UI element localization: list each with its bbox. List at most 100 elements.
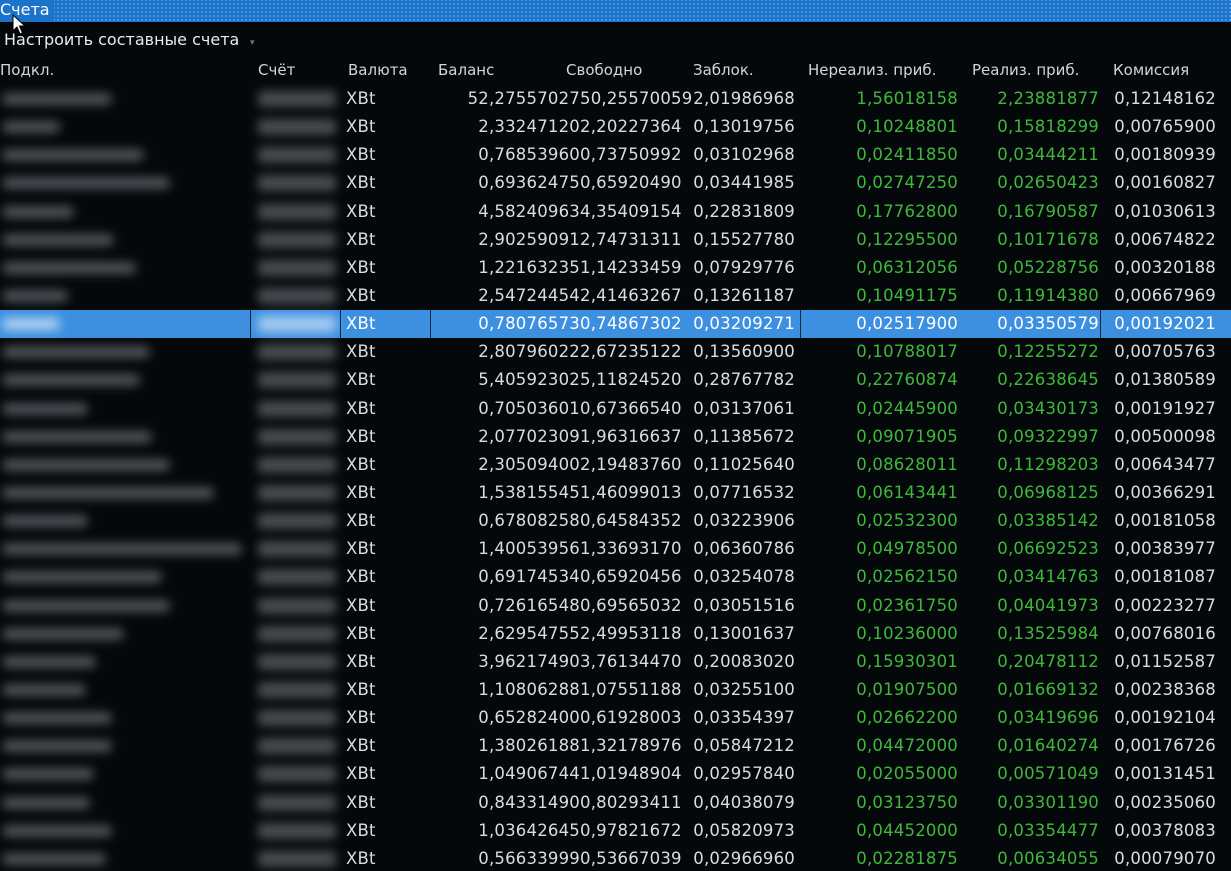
realized-profit-cell: 2,23881877: [997, 89, 1099, 108]
column-header-blocked[interactable]: Заблок.: [693, 56, 754, 84]
balance-cell: 0,69362475: [478, 173, 580, 193]
redacted-account-number: [258, 597, 336, 614]
accounts-window: Счета Настроить составные счета ▾ Подкл.…: [0, 0, 1231, 871]
column-header-currency[interactable]: Валюта: [348, 56, 408, 84]
column-header-account[interactable]: Счёт: [258, 56, 295, 84]
table-row[interactable]: XBt 2,62954755 2,49953118 0,13001637 0,10236…: [0, 620, 1231, 648]
currency-cell: XBt: [346, 342, 376, 362]
table-row[interactable]: XBt 0,72616548 0,69565032 0,03051516 0,02361…: [0, 592, 1231, 620]
blocked-cell: 0,03209271: [693, 314, 795, 334]
commission-cell: 0,00768016: [1114, 623, 1216, 643]
table-row[interactable]: XBt 5,40592302 5,11824520 0,28767782 0,22760…: [0, 366, 1231, 394]
title-bar[interactable]: Счета: [0, 0, 1231, 22]
realized-profit-cell: 0,04041973: [997, 595, 1099, 615]
currency-cell: XBt: [346, 651, 376, 671]
realized-profit-cell: 0,03444211: [997, 145, 1099, 165]
currency-cell: XBt: [346, 201, 376, 221]
currency-cell: XBt: [346, 257, 376, 277]
currency-cell: XBt: [346, 539, 376, 559]
window-title: Счета: [0, 0, 54, 22]
commission-cell: 0,00131451: [1114, 764, 1216, 784]
unrealized-profit-cell: 0,02562150: [856, 567, 958, 587]
blocked-cell: 0,13261187: [693, 285, 795, 305]
accounts-table: XBt 52,27557027 50,25570059 2,01986968 1,560…: [0, 85, 1231, 871]
table-row[interactable]: XBt 1,04906744 1,01948904 0,02957840 0,02055…: [0, 760, 1231, 788]
unrealized-profit-cell: 0,06143441: [856, 482, 958, 502]
blocked-cell: 0,03441985: [693, 173, 795, 193]
balance-cell: 2,54724454: [478, 285, 580, 305]
redacted-subaccount-name: [2, 486, 214, 499]
blocked-cell: 0,13001637: [693, 623, 795, 643]
balance-cell: 0,69174534: [478, 567, 580, 587]
currency-cell: XBt: [346, 173, 376, 193]
balance-cell: 2,80796022: [478, 342, 580, 362]
table-row[interactable]: XBt 1,03642645 0,97821672 0,05820973 0,04452…: [0, 817, 1231, 845]
unrealized-profit-cell: 0,02517900: [856, 314, 958, 334]
redacted-account-number: [258, 287, 336, 304]
free-cell: 2,67235122: [580, 342, 682, 362]
commission-cell: 0,01030613: [1114, 201, 1216, 221]
currency-cell: XBt: [346, 285, 376, 305]
table-row[interactable]: XBt 0,70503601 0,67366540 0,03137061 0,02445…: [0, 395, 1231, 423]
table-row[interactable]: XBt 1,40053956 1,33693170 0,06360786 0,04978…: [0, 535, 1231, 563]
commission-cell: 0,01380589: [1114, 370, 1216, 390]
column-header-commission[interactable]: Комиссия: [1113, 56, 1189, 84]
configure-composite-accounts-button[interactable]: Настроить составные счета: [4, 28, 239, 52]
table-row[interactable]: XBt 2,33247120 2,20227364 0,13019756 0,10248…: [0, 113, 1231, 141]
table-row[interactable]: XBt 0,56633999 0,53667039 0,02966960 0,02281…: [0, 845, 1231, 871]
redacted-subaccount-name: [2, 543, 242, 556]
table-row[interactable]: XBt 52,27557027 50,25570059 2,01986968 1,560…: [0, 85, 1231, 113]
table-row[interactable]: XBt 2,30509400 2,19483760 0,11025640 0,08628…: [0, 451, 1231, 479]
free-cell: 50,25570059: [580, 89, 693, 108]
chevron-down-icon[interactable]: ▾: [250, 38, 255, 48]
table-row[interactable]: XBt 2,90259091 2,74731311 0,15527780 0,12295…: [0, 226, 1231, 254]
commission-cell: 0,00366291: [1114, 482, 1216, 502]
blocked-cell: 0,28767782: [693, 370, 795, 390]
redacted-account-number: [258, 710, 336, 727]
table-row[interactable]: XBt 0,84331490 0,80293411 0,04038079 0,03123…: [0, 789, 1231, 817]
table-row[interactable]: XBt 1,22163235 1,14233459 0,07929776 0,06312…: [0, 254, 1231, 282]
unrealized-profit-cell: 0,17762800: [856, 201, 958, 221]
table-row[interactable]: XBt 1,53815545 1,46099013 0,07716532 0,06143…: [0, 479, 1231, 507]
commission-cell: 0,00176726: [1114, 736, 1216, 756]
table-row[interactable]: XBt 1,10806288 1,07551188 0,03255100 0,01907…: [0, 676, 1231, 704]
table-row[interactable]: XBt 0,69362475 0,65920490 0,03441985 0,02747…: [0, 169, 1231, 197]
column-header-subaccount[interactable]: Подкл.: [0, 56, 54, 84]
balance-cell: 0,70503601: [478, 398, 580, 418]
column-header-balance[interactable]: Баланс: [438, 56, 494, 84]
table-row[interactable]: XBt 2,80796022 2,67235122 0,13560900 0,10788…: [0, 338, 1231, 366]
table-row[interactable]: XBt 1,38026188 1,32178976 0,05847212 0,04472…: [0, 732, 1231, 760]
balance-cell: 1,38026188: [478, 736, 580, 756]
table-row[interactable]: XBt 3,96217490 3,76134470 0,20083020 0,15930…: [0, 648, 1231, 676]
column-header-free[interactable]: Свободно: [566, 56, 642, 84]
table-row[interactable]: XBt 4,58240963 4,35409154 0,22831809 0,17762…: [0, 198, 1231, 226]
redacted-account-number: [258, 738, 336, 755]
table-row[interactable]: XBt 0,69174534 0,65920456 0,03254078 0,02562…: [0, 563, 1231, 591]
column-header-realized-profit[interactable]: Реализ. приб.: [972, 56, 1079, 84]
table-row[interactable]: XBt 0,65282400 0,61928003 0,03354397 0,02662…: [0, 704, 1231, 732]
blocked-cell: 0,03137061: [693, 398, 795, 418]
redacted-subaccount-name: [2, 458, 170, 471]
realized-profit-cell: 0,02650423: [997, 173, 1099, 193]
realized-profit-cell: 0,03430173: [997, 398, 1099, 418]
table-row[interactable]: XBt 2,07702309 1,96316637 0,11385672 0,09071…: [0, 423, 1231, 451]
blocked-cell: 0,11025640: [693, 454, 795, 474]
table-row[interactable]: XBt 0,76853960 0,73750992 0,03102968 0,02411…: [0, 141, 1231, 169]
column-header-unrealized-profit[interactable]: Нереализ. приб.: [808, 56, 936, 84]
balance-cell: 1,40053956: [478, 539, 580, 559]
table-row[interactable]: XBt 0,67808258 0,64584352 0,03223906 0,02532…: [0, 507, 1231, 535]
redacted-subaccount-name: [2, 346, 150, 359]
commission-cell: 0,00674822: [1114, 229, 1216, 249]
column-divider: [250, 310, 251, 339]
realized-profit-cell: 0,03301190: [997, 792, 1099, 812]
table-row[interactable]: XBt 2,54724454 2,41463267 0,13261187 0,10491…: [0, 282, 1231, 310]
realized-profit-cell: 0,06968125: [997, 482, 1099, 502]
balance-cell: 1,10806288: [478, 679, 580, 699]
commission-cell: 0,01152587: [1114, 651, 1216, 671]
redacted-account-number: [258, 850, 336, 867]
free-cell: 0,61928003: [580, 708, 682, 728]
table-row[interactable]: XBt 0,78076573 0,74867302 0,03209271 0,02517…: [0, 310, 1231, 339]
realized-profit-cell: 0,01669132: [997, 679, 1099, 699]
free-cell: 0,73750992: [580, 145, 682, 165]
blocked-cell: 2,01986968: [693, 89, 795, 108]
